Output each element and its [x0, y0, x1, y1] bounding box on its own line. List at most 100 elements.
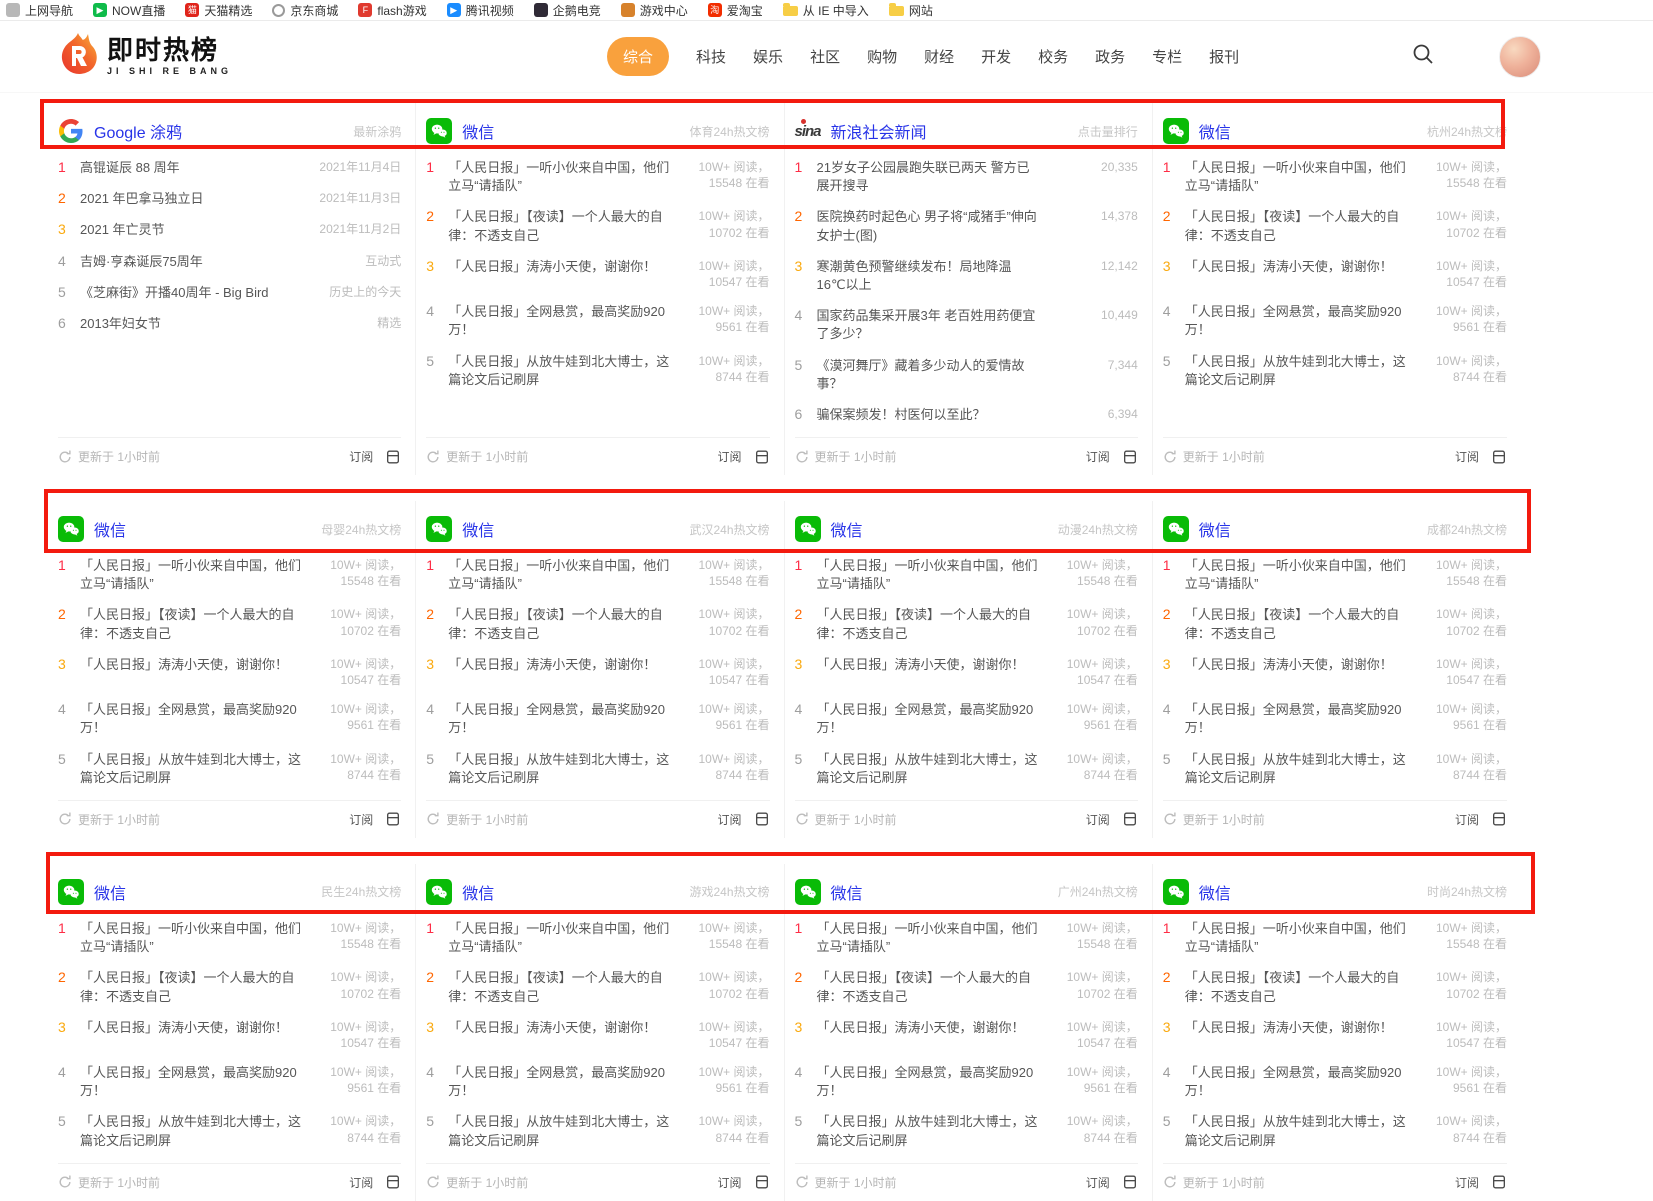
item-title[interactable]: 「人民日报」涛涛小天使，谢谢你！ — [817, 1019, 1040, 1037]
nav-tab-11[interactable]: 报刊 — [1209, 46, 1239, 67]
source-link[interactable]: Google 涂鸦 — [94, 119, 182, 143]
item-title[interactable]: 「人民日报」一听小伙来自中国，他们立马“请插队” — [1185, 159, 1409, 195]
nav-tab-5[interactable]: 购物 — [867, 46, 897, 67]
item-title[interactable]: 「人民日报」一听小伙来自中国，他们立马“请插队” — [1185, 920, 1409, 956]
source-link[interactable]: 微信 — [831, 517, 863, 541]
item-title[interactable]: 「人民日报」全网悬赏，最高奖励920万！ — [448, 1064, 671, 1100]
user-avatar[interactable] — [1499, 36, 1541, 78]
bookmark-item[interactable]: 猫天猫精选 — [185, 2, 252, 19]
item-title[interactable]: 21岁女子公园晨跑失联已两天 警方已展开搜寻 — [817, 159, 1040, 195]
bookmark-item[interactable]: ▶NOW直播 — [93, 2, 165, 19]
bookmark-icon[interactable] — [754, 811, 770, 827]
item-title[interactable]: 高锟诞辰 88 周年 — [80, 159, 303, 177]
item-title[interactable]: 「人民日报」涛涛小天使，谢谢你！ — [1185, 258, 1409, 276]
bookmark-icon[interactable] — [385, 1174, 401, 1190]
item-title[interactable]: 《漠河舞厅》藏着多少动人的爱情故事？ — [817, 357, 1040, 393]
bookmark-item[interactable]: 上网导航 — [6, 2, 73, 19]
source-link[interactable]: 微信 — [462, 119, 494, 143]
item-title[interactable]: 「人民日报」一听小伙来自中国，他们立马“请插队” — [80, 920, 303, 956]
bookmark-item[interactable]: 企鹅电竞 — [534, 2, 601, 19]
item-title[interactable]: 「人民日报」一听小伙来自中国，他们立马“请插队” — [80, 557, 303, 593]
item-title[interactable]: 「人民日报」【夜读】一个人最大的自律：不透支自己 — [448, 969, 671, 1005]
source-link[interactable]: 新浪社会新闻 — [831, 119, 927, 143]
refresh-icon[interactable] — [795, 812, 809, 826]
bookmark-icon[interactable] — [1122, 449, 1138, 465]
item-title[interactable]: 「人民日报」一听小伙来自中国，他们立马“请插队” — [448, 159, 671, 195]
bookmark-item[interactable]: 从 IE 中导入 — [783, 2, 869, 19]
refresh-icon[interactable] — [426, 812, 440, 826]
refresh-icon[interactable] — [426, 450, 440, 464]
bookmark-icon[interactable] — [1491, 811, 1507, 827]
nav-tab-1[interactable]: 综合 — [607, 37, 669, 76]
item-title[interactable]: 「人民日报」【夜读】一个人最大的自律：不透支自己 — [1185, 208, 1409, 244]
item-title[interactable]: 「人民日报」全网悬赏，最高奖励920万！ — [448, 701, 671, 737]
item-title[interactable]: 「人民日报」涛涛小天使，谢谢你！ — [448, 258, 671, 276]
nav-tab-2[interactable]: 科技 — [696, 46, 726, 67]
refresh-icon[interactable] — [58, 1175, 72, 1189]
item-title[interactable]: 「人民日报」一听小伙来自中国，他们立马“请插队” — [448, 920, 671, 956]
bookmark-icon[interactable] — [1491, 1174, 1507, 1190]
subscribe-button[interactable]: 订阅 — [1086, 811, 1110, 828]
subscribe-button[interactable]: 订阅 — [349, 811, 373, 828]
item-title[interactable]: 「人民日报」【夜读】一个人最大的自律：不透支自己 — [1185, 969, 1409, 1005]
nav-tab-8[interactable]: 校务 — [1038, 46, 1068, 67]
item-title[interactable]: 「人民日报」全网悬赏，最高奖励920万！ — [80, 1064, 303, 1100]
nav-tab-4[interactable]: 社区 — [810, 46, 840, 67]
item-title[interactable]: 「人民日报」从放牛娃到北大博士，这篇论文后记刷屏 — [1185, 353, 1409, 389]
item-title[interactable]: 「人民日报」从放牛娃到北大博士，这篇论文后记刷屏 — [80, 751, 303, 787]
item-title[interactable]: 「人民日报」一听小伙来自中国，他们立马“请插队” — [817, 920, 1040, 956]
item-title[interactable]: 「人民日报」涛涛小天使，谢谢你！ — [448, 656, 671, 674]
bookmark-item[interactable]: 游戏中心 — [621, 2, 688, 19]
item-title[interactable]: 寒潮黄色预警继续发布！局地降温16℃以上 — [817, 258, 1040, 294]
refresh-icon[interactable] — [795, 1175, 809, 1189]
item-title[interactable]: 「人民日报」一听小伙来自中国，他们立马“请插队” — [1185, 557, 1409, 593]
subscribe-button[interactable]: 订阅 — [717, 811, 741, 828]
search-button[interactable] — [1411, 42, 1435, 71]
item-title[interactable]: 「人民日报」【夜读】一个人最大的自律：不透支自己 — [80, 969, 303, 1005]
bookmark-item[interactable]: 京东商城 — [272, 2, 338, 19]
item-title[interactable]: 2021 年巴拿马独立日 — [80, 190, 303, 208]
item-title[interactable]: 医院换药时起色心 男子将“咸猪手”伸向女护士(图) — [817, 208, 1040, 244]
subscribe-button[interactable]: 订阅 — [1455, 811, 1479, 828]
source-link[interactable]: 微信 — [1199, 517, 1231, 541]
logo[interactable]: 即时热榜 JI SHI RE BANG — [55, 30, 232, 83]
item-title[interactable]: 「人民日报」一听小伙来自中国，他们立马“请插队” — [448, 557, 671, 593]
item-title[interactable]: 「人民日报」全网悬赏，最高奖励920万！ — [1185, 701, 1409, 737]
item-title[interactable]: 「人民日报」【夜读】一个人最大的自律：不透支自己 — [817, 606, 1040, 642]
refresh-icon[interactable] — [426, 1175, 440, 1189]
refresh-icon[interactable] — [58, 450, 72, 464]
bookmark-item[interactable]: ▶腾讯视频 — [447, 2, 514, 19]
item-title[interactable]: 「人民日报」从放牛娃到北大博士，这篇论文后记刷屏 — [80, 1113, 303, 1149]
source-link[interactable]: 微信 — [1199, 880, 1231, 904]
subscribe-button[interactable]: 订阅 — [1086, 1174, 1110, 1191]
item-title[interactable]: 「人民日报」【夜读】一个人最大的自律：不透支自己 — [448, 208, 671, 244]
bookmark-icon[interactable] — [1122, 1174, 1138, 1190]
item-title[interactable]: 「人民日报」【夜读】一个人最大的自律：不透支自己 — [448, 606, 671, 642]
item-title[interactable]: 《芝麻街》开播40周年 - Big Bird — [80, 284, 303, 302]
item-title[interactable]: 「人民日报」从放牛娃到北大博士，这篇论文后记刷屏 — [448, 751, 671, 787]
refresh-icon[interactable] — [1163, 812, 1177, 826]
item-title[interactable]: 「人民日报」涛涛小天使，谢谢你！ — [817, 656, 1040, 674]
item-title[interactable]: 「人民日报」全网悬赏，最高奖励920万！ — [1185, 1064, 1409, 1100]
subscribe-button[interactable]: 订阅 — [1086, 448, 1110, 465]
bookmark-icon[interactable] — [1122, 811, 1138, 827]
item-title[interactable]: 「人民日报」【夜读】一个人最大的自律：不透支自己 — [1185, 606, 1409, 642]
source-link[interactable]: 微信 — [462, 517, 494, 541]
nav-tab-3[interactable]: 娱乐 — [753, 46, 783, 67]
item-title[interactable]: 「人民日报」全网悬赏，最高奖励920万！ — [80, 701, 303, 737]
item-title[interactable]: 2013年妇女节 — [80, 315, 303, 333]
item-title[interactable]: 「人民日报」【夜读】一个人最大的自律：不透支自己 — [817, 969, 1040, 1005]
item-title[interactable]: 「人民日报」从放牛娃到北大博士，这篇论文后记刷屏 — [448, 1113, 671, 1149]
subscribe-button[interactable]: 订阅 — [1455, 448, 1479, 465]
source-link[interactable]: 微信 — [462, 880, 494, 904]
bookmark-icon[interactable] — [385, 449, 401, 465]
refresh-icon[interactable] — [1163, 450, 1177, 464]
subscribe-button[interactable]: 订阅 — [1455, 1174, 1479, 1191]
bookmark-item[interactable]: 淘爱淘宝 — [708, 2, 763, 19]
source-link[interactable]: 微信 — [1199, 119, 1231, 143]
item-title[interactable]: 「人民日报」全网悬赏，最高奖励920万！ — [448, 303, 671, 339]
item-title[interactable]: 「人民日报」从放牛娃到北大博士，这篇论文后记刷屏 — [448, 353, 671, 389]
subscribe-button[interactable]: 订阅 — [349, 448, 373, 465]
subscribe-button[interactable]: 订阅 — [717, 1174, 741, 1191]
item-title[interactable]: 「人民日报」从放牛娃到北大博士，这篇论文后记刷屏 — [1185, 751, 1409, 787]
